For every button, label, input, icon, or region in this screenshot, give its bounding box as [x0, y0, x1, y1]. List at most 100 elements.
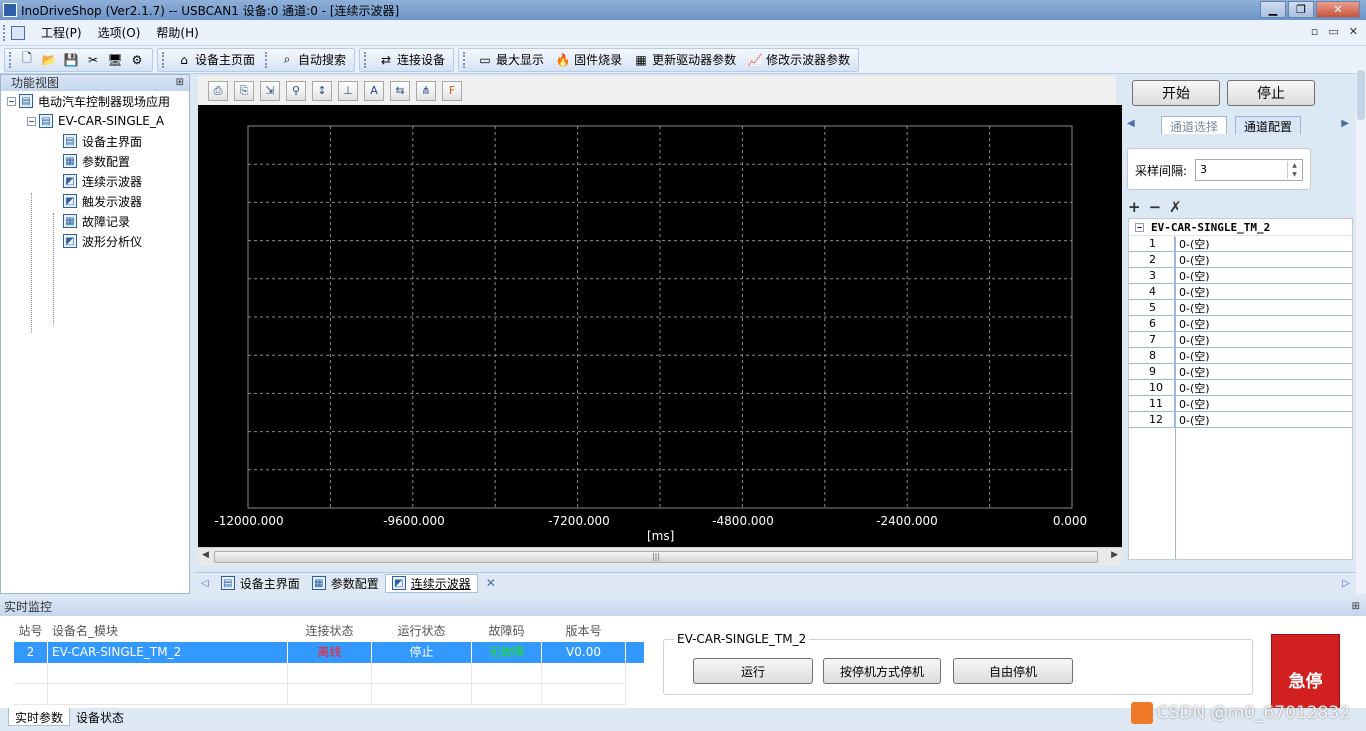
- table-row[interactable]: 2 EV-CAR-SINGLE_TM_2 离线 停止 无故障 V0.00: [14, 642, 644, 663]
- channel-row[interactable]: 4 0-(空): [1129, 283, 1352, 300]
- monitor-icon[interactable]: 🖥: [107, 52, 123, 68]
- print-icon[interactable]: ⎙: [208, 80, 228, 101]
- free-stop-button[interactable]: 自由停机: [953, 658, 1073, 684]
- tab-realtime-params[interactable]: 实时参数: [8, 708, 71, 726]
- maximize-button[interactable]: ❐: [1288, 1, 1314, 18]
- mdi-minimize-button[interactable]: ▫: [1311, 25, 1318, 38]
- add-icon[interactable]: +: [1128, 198, 1141, 216]
- copy-icon[interactable]: ⎘: [234, 80, 254, 101]
- stop-mode-button[interactable]: 按停机方式停机: [823, 658, 941, 684]
- channel-device-node[interactable]: − EV-CAR-SINGLE_TM_2: [1129, 219, 1352, 236]
- tab-scroll-left-icon[interactable]: ◁: [195, 578, 215, 589]
- tab-channel-config[interactable]: 通道配置: [1235, 116, 1302, 134]
- channel-row[interactable]: 2 0-(空): [1129, 251, 1352, 268]
- channel-row[interactable]: 1 0-(空): [1129, 235, 1352, 252]
- channel-row[interactable]: 8 0-(空): [1129, 347, 1352, 364]
- channel-number: 6: [1129, 315, 1175, 332]
- channel-row[interactable]: 5 0-(空): [1129, 299, 1352, 316]
- start-button[interactable]: 开始: [1132, 80, 1220, 106]
- run-button[interactable]: 运行: [693, 658, 813, 684]
- tree-root[interactable]: − ▤ 电动汽车控制器现场应用: [1, 91, 189, 111]
- right-tabs: ◀ 通道选择 通道配置 ▶: [1125, 116, 1353, 134]
- channel-number: 3: [1129, 267, 1175, 284]
- tab-scroll-left-icon[interactable]: ◀: [1127, 118, 1135, 129]
- tree-item[interactable]: ◩ 波形分析仪: [1, 231, 189, 251]
- close-tab-icon[interactable]: ✕: [486, 576, 496, 590]
- tab-scroll-right-icon[interactable]: ▶: [1341, 118, 1349, 129]
- export-icon[interactable]: ⇲: [260, 80, 280, 101]
- tree-item[interactable]: ◩ 连续示波器: [1, 171, 189, 191]
- auto-scale-icon[interactable]: A: [364, 80, 384, 101]
- scrollbar-thumb[interactable]: [1357, 70, 1365, 120]
- channel-row[interactable]: 7 0-(空): [1129, 331, 1352, 348]
- x-tick-label: -12000.000: [214, 514, 284, 528]
- collapse-icon[interactable]: −: [1135, 222, 1144, 232]
- modify-scope-params-button[interactable]: 📈 修改示波器参数: [740, 51, 854, 68]
- right-vertical-scrollbar[interactable]: [1356, 68, 1366, 594]
- doc-tab-continuous-scope[interactable]: ◩ 连续示波器: [384, 573, 478, 593]
- collapse-icon[interactable]: −: [27, 116, 36, 126]
- tree-item[interactable]: ▦ 参数配置: [1, 151, 189, 171]
- channel-row[interactable]: 10 0-(空): [1129, 379, 1352, 396]
- swap-icon[interactable]: ⇆: [390, 80, 410, 101]
- realtime-monitor-header: 实时监控 ⊞: [0, 598, 1366, 616]
- connect-device-button[interactable]: ⇄ 连接设备: [371, 51, 449, 68]
- channel-row[interactable]: 3 0-(空): [1129, 267, 1352, 284]
- auto-search-button[interactable]: ⌕ 自动搜索: [272, 51, 350, 68]
- tree-item[interactable]: ◩ 触发示波器: [1, 191, 189, 211]
- axis-scale-icon[interactable]: ⊥: [338, 80, 358, 101]
- zoom-icon[interactable]: ⚲: [286, 80, 306, 101]
- menu-help[interactable]: 帮助(H): [148, 24, 206, 41]
- close-button[interactable]: ✕: [1316, 1, 1360, 18]
- doc-tab-param-config[interactable]: ▦ 参数配置: [306, 574, 385, 593]
- channel-row[interactable]: 12 0-(空): [1129, 411, 1352, 428]
- clear-icon[interactable]: ✗: [1169, 198, 1182, 216]
- scrollbar-thumb[interactable]: |||: [214, 551, 1098, 563]
- tab-channel-select[interactable]: 通道选择: [1161, 116, 1228, 134]
- new-file-icon[interactable]: 🗋: [19, 51, 35, 68]
- tree-device[interactable]: − ▤ EV-CAR-SINGLE_A: [1, 111, 189, 131]
- save-icon[interactable]: 💾: [63, 52, 79, 68]
- zoom-vertical-icon[interactable]: ↕: [312, 80, 332, 101]
- tab-scroll-right-icon[interactable]: ▷: [1336, 578, 1356, 589]
- tree-item[interactable]: ▦ 故障记录: [1, 211, 189, 231]
- main-toolbar: 🗋 📂 💾 ✂ 🖥 ⚙ ⌂ 设备主页面 ⌕ 自动搜索 ⇄ 连接设备 ▭ 最大显示: [0, 46, 1366, 74]
- mdi-restore-button[interactable]: ▭: [1328, 25, 1338, 38]
- pin-icon[interactable]: ⊞: [1352, 598, 1360, 616]
- oscilloscope-plot[interactable]: -12000.000 -9600.000 -7200.000 -4800.000 -24…: [198, 105, 1122, 547]
- tree-item[interactable]: ▤ 设备主界面: [1, 131, 189, 151]
- frame-icon[interactable]: F: [442, 80, 462, 101]
- stop-button[interactable]: 停止: [1227, 80, 1315, 106]
- channel-row[interactable]: 6 0-(空): [1129, 315, 1352, 332]
- channel-row[interactable]: 9 0-(空): [1129, 363, 1352, 380]
- scroll-right-icon[interactable]: ▶: [1111, 550, 1118, 560]
- menu-grip: [3, 24, 7, 41]
- x-tick-label: 0.000: [1052, 514, 1088, 528]
- cursor-icon[interactable]: ⋔: [416, 80, 436, 101]
- channel-number: 11: [1129, 395, 1175, 412]
- open-folder-icon[interactable]: 📂: [41, 52, 57, 68]
- sample-interval-input[interactable]: 3 ▲ ▼: [1195, 159, 1303, 181]
- update-driver-params-button[interactable]: ▦ 更新驱动器参数: [626, 51, 740, 68]
- mdi-close-button[interactable]: ✕: [1349, 25, 1358, 38]
- channel-number: 2: [1129, 251, 1175, 268]
- channel-value: 0-(空): [1179, 349, 1210, 363]
- minimize-button[interactable]: ▁: [1260, 1, 1286, 18]
- scope-horizontal-scrollbar[interactable]: ◀ ||| ▶: [198, 547, 1122, 565]
- menu-project[interactable]: 工程(P): [33, 24, 90, 41]
- channel-row[interactable]: 11 0-(空): [1129, 395, 1352, 412]
- firmware-burn-button[interactable]: 🔥 固件烧录: [548, 51, 626, 68]
- settings-icon[interactable]: ⚙: [129, 52, 145, 68]
- menu-options[interactable]: 选项(O): [90, 24, 149, 41]
- tab-device-status[interactable]: 设备状态: [70, 708, 130, 726]
- device-home-button[interactable]: ⌂ 设备主页面: [169, 51, 259, 68]
- doc-tab-device-home[interactable]: ▤ 设备主界面: [215, 574, 306, 593]
- maximize-display-button[interactable]: ▭ 最大显示: [470, 51, 548, 68]
- collapse-icon[interactable]: −: [7, 96, 16, 106]
- channel-value: 0-(空): [1179, 381, 1210, 395]
- scroll-left-icon[interactable]: ◀: [202, 550, 209, 560]
- remove-icon[interactable]: −: [1149, 198, 1162, 216]
- tools-icon[interactable]: ✂: [85, 52, 101, 68]
- pin-icon[interactable]: ⊞: [176, 75, 184, 91]
- sample-interval-spinner[interactable]: ▲ ▼: [1287, 161, 1301, 179]
